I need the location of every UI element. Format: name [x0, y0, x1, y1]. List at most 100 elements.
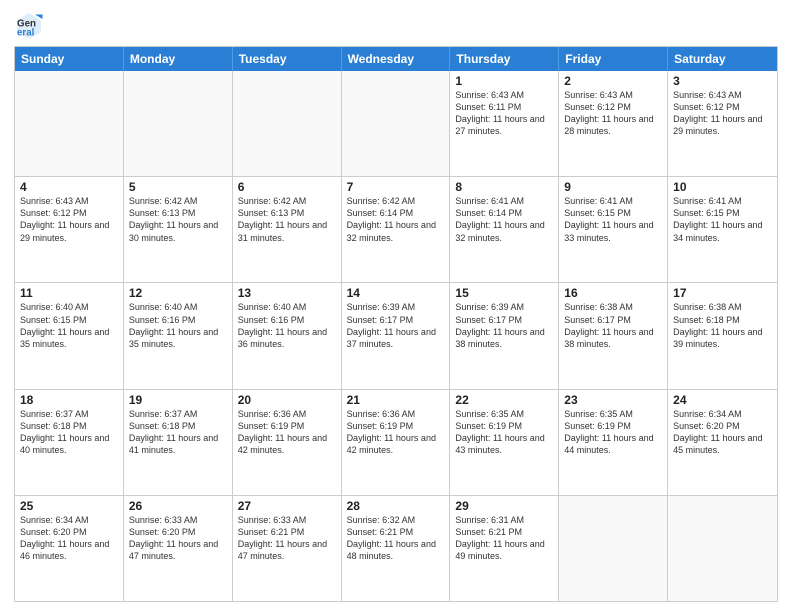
calendar-cell: 1Sunrise: 6:43 AMSunset: 6:11 PMDaylight…	[450, 71, 559, 176]
calendar-cell: 17Sunrise: 6:38 AMSunset: 6:18 PMDayligh…	[668, 283, 777, 388]
cell-info: Sunrise: 6:33 AMSunset: 6:20 PMDaylight:…	[129, 514, 227, 563]
day-number: 25	[20, 499, 118, 513]
calendar-cell: 4Sunrise: 6:43 AMSunset: 6:12 PMDaylight…	[15, 177, 124, 282]
cell-info: Sunrise: 6:42 AMSunset: 6:14 PMDaylight:…	[347, 195, 445, 244]
cell-info: Sunrise: 6:31 AMSunset: 6:21 PMDaylight:…	[455, 514, 553, 563]
day-number: 1	[455, 74, 553, 88]
day-number: 20	[238, 393, 336, 407]
cell-info: Sunrise: 6:35 AMSunset: 6:19 PMDaylight:…	[564, 408, 662, 457]
calendar-cell: 20Sunrise: 6:36 AMSunset: 6:19 PMDayligh…	[233, 390, 342, 495]
day-number: 29	[455, 499, 553, 513]
calendar-cell	[668, 496, 777, 601]
calendar-cell	[124, 71, 233, 176]
cell-info: Sunrise: 6:33 AMSunset: 6:21 PMDaylight:…	[238, 514, 336, 563]
calendar-body: 1Sunrise: 6:43 AMSunset: 6:11 PMDaylight…	[15, 71, 777, 601]
header-tuesday: Tuesday	[233, 47, 342, 71]
cell-info: Sunrise: 6:37 AMSunset: 6:18 PMDaylight:…	[20, 408, 118, 457]
day-number: 15	[455, 286, 553, 300]
calendar-cell: 27Sunrise: 6:33 AMSunset: 6:21 PMDayligh…	[233, 496, 342, 601]
cell-info: Sunrise: 6:43 AMSunset: 6:11 PMDaylight:…	[455, 89, 553, 138]
day-number: 18	[20, 393, 118, 407]
cell-info: Sunrise: 6:42 AMSunset: 6:13 PMDaylight:…	[238, 195, 336, 244]
day-number: 16	[564, 286, 662, 300]
calendar-cell: 24Sunrise: 6:34 AMSunset: 6:20 PMDayligh…	[668, 390, 777, 495]
svg-text:eral: eral	[17, 28, 35, 39]
calendar-cell: 5Sunrise: 6:42 AMSunset: 6:13 PMDaylight…	[124, 177, 233, 282]
day-number: 6	[238, 180, 336, 194]
day-number: 21	[347, 393, 445, 407]
calendar-row: 11Sunrise: 6:40 AMSunset: 6:15 PMDayligh…	[15, 282, 777, 388]
cell-info: Sunrise: 6:41 AMSunset: 6:14 PMDaylight:…	[455, 195, 553, 244]
day-number: 14	[347, 286, 445, 300]
page: Gen eral Sunday Monday Tuesday Wednesday…	[0, 0, 792, 612]
calendar-cell: 25Sunrise: 6:34 AMSunset: 6:20 PMDayligh…	[15, 496, 124, 601]
day-number: 8	[455, 180, 553, 194]
day-number: 24	[673, 393, 772, 407]
calendar-header: Sunday Monday Tuesday Wednesday Thursday…	[15, 47, 777, 71]
cell-info: Sunrise: 6:36 AMSunset: 6:19 PMDaylight:…	[347, 408, 445, 457]
day-number: 22	[455, 393, 553, 407]
day-number: 17	[673, 286, 772, 300]
calendar-cell: 16Sunrise: 6:38 AMSunset: 6:17 PMDayligh…	[559, 283, 668, 388]
cell-info: Sunrise: 6:42 AMSunset: 6:13 PMDaylight:…	[129, 195, 227, 244]
calendar-cell: 21Sunrise: 6:36 AMSunset: 6:19 PMDayligh…	[342, 390, 451, 495]
day-number: 4	[20, 180, 118, 194]
cell-info: Sunrise: 6:32 AMSunset: 6:21 PMDaylight:…	[347, 514, 445, 563]
calendar-cell: 22Sunrise: 6:35 AMSunset: 6:19 PMDayligh…	[450, 390, 559, 495]
calendar-cell: 11Sunrise: 6:40 AMSunset: 6:15 PMDayligh…	[15, 283, 124, 388]
header: Gen eral	[14, 10, 778, 40]
calendar-cell: 9Sunrise: 6:41 AMSunset: 6:15 PMDaylight…	[559, 177, 668, 282]
calendar-cell: 19Sunrise: 6:37 AMSunset: 6:18 PMDayligh…	[124, 390, 233, 495]
day-number: 7	[347, 180, 445, 194]
calendar-cell: 6Sunrise: 6:42 AMSunset: 6:13 PMDaylight…	[233, 177, 342, 282]
day-number: 26	[129, 499, 227, 513]
day-number: 12	[129, 286, 227, 300]
calendar-cell: 7Sunrise: 6:42 AMSunset: 6:14 PMDaylight…	[342, 177, 451, 282]
day-number: 11	[20, 286, 118, 300]
cell-info: Sunrise: 6:37 AMSunset: 6:18 PMDaylight:…	[129, 408, 227, 457]
calendar-cell	[233, 71, 342, 176]
calendar-cell	[342, 71, 451, 176]
calendar-cell: 15Sunrise: 6:39 AMSunset: 6:17 PMDayligh…	[450, 283, 559, 388]
cell-info: Sunrise: 6:35 AMSunset: 6:19 PMDaylight:…	[455, 408, 553, 457]
header-thursday: Thursday	[450, 47, 559, 71]
calendar-cell: 10Sunrise: 6:41 AMSunset: 6:15 PMDayligh…	[668, 177, 777, 282]
cell-info: Sunrise: 6:40 AMSunset: 6:15 PMDaylight:…	[20, 301, 118, 350]
header-wednesday: Wednesday	[342, 47, 451, 71]
cell-info: Sunrise: 6:38 AMSunset: 6:17 PMDaylight:…	[564, 301, 662, 350]
calendar-cell: 2Sunrise: 6:43 AMSunset: 6:12 PMDaylight…	[559, 71, 668, 176]
calendar-row: 18Sunrise: 6:37 AMSunset: 6:18 PMDayligh…	[15, 389, 777, 495]
calendar-cell	[15, 71, 124, 176]
calendar-cell: 26Sunrise: 6:33 AMSunset: 6:20 PMDayligh…	[124, 496, 233, 601]
cell-info: Sunrise: 6:43 AMSunset: 6:12 PMDaylight:…	[564, 89, 662, 138]
day-number: 9	[564, 180, 662, 194]
calendar-cell: 3Sunrise: 6:43 AMSunset: 6:12 PMDaylight…	[668, 71, 777, 176]
day-number: 2	[564, 74, 662, 88]
day-number: 3	[673, 74, 772, 88]
day-number: 23	[564, 393, 662, 407]
day-number: 28	[347, 499, 445, 513]
cell-info: Sunrise: 6:43 AMSunset: 6:12 PMDaylight:…	[20, 195, 118, 244]
calendar-cell: 23Sunrise: 6:35 AMSunset: 6:19 PMDayligh…	[559, 390, 668, 495]
calendar-row: 1Sunrise: 6:43 AMSunset: 6:11 PMDaylight…	[15, 71, 777, 176]
calendar-cell: 29Sunrise: 6:31 AMSunset: 6:21 PMDayligh…	[450, 496, 559, 601]
calendar-row: 4Sunrise: 6:43 AMSunset: 6:12 PMDaylight…	[15, 176, 777, 282]
cell-info: Sunrise: 6:34 AMSunset: 6:20 PMDaylight:…	[20, 514, 118, 563]
calendar-cell: 8Sunrise: 6:41 AMSunset: 6:14 PMDaylight…	[450, 177, 559, 282]
cell-info: Sunrise: 6:41 AMSunset: 6:15 PMDaylight:…	[564, 195, 662, 244]
header-friday: Friday	[559, 47, 668, 71]
day-number: 10	[673, 180, 772, 194]
header-sunday: Sunday	[15, 47, 124, 71]
day-number: 27	[238, 499, 336, 513]
day-number: 13	[238, 286, 336, 300]
calendar-cell: 14Sunrise: 6:39 AMSunset: 6:17 PMDayligh…	[342, 283, 451, 388]
cell-info: Sunrise: 6:40 AMSunset: 6:16 PMDaylight:…	[238, 301, 336, 350]
calendar-cell: 28Sunrise: 6:32 AMSunset: 6:21 PMDayligh…	[342, 496, 451, 601]
cell-info: Sunrise: 6:43 AMSunset: 6:12 PMDaylight:…	[673, 89, 772, 138]
logo-icon: Gen eral	[14, 10, 44, 40]
calendar-row: 25Sunrise: 6:34 AMSunset: 6:20 PMDayligh…	[15, 495, 777, 601]
cell-info: Sunrise: 6:41 AMSunset: 6:15 PMDaylight:…	[673, 195, 772, 244]
cell-info: Sunrise: 6:40 AMSunset: 6:16 PMDaylight:…	[129, 301, 227, 350]
cell-info: Sunrise: 6:39 AMSunset: 6:17 PMDaylight:…	[347, 301, 445, 350]
calendar-cell	[559, 496, 668, 601]
